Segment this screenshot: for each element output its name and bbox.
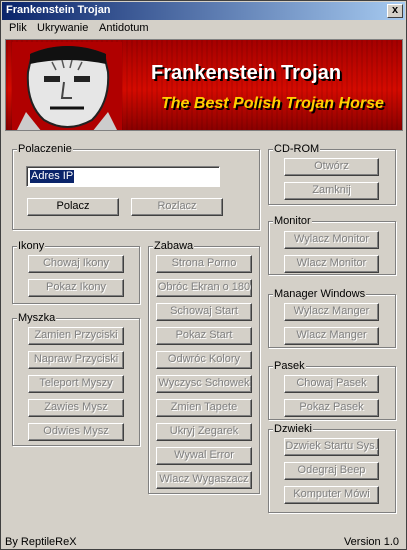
unfreeze-mouse-button[interactable]: Odwies Mysz [28, 423, 124, 441]
group-label-monitor: Monitor [273, 215, 312, 227]
version-label: Version 1.0 [343, 536, 399, 548]
group-zabawa: Zabawa Strona Porno Obróc Ekran o 180 Sc… [148, 240, 260, 494]
show-icons-button[interactable]: Pokaz Ikony [28, 279, 124, 297]
connect-button[interactable]: Polacz [27, 198, 119, 216]
banner-subtitle: The Best Polish Trojan Horse [161, 95, 384, 112]
hide-start-button[interactable]: Schowaj Start [156, 303, 252, 321]
startup-sound-button[interactable]: Dzwiek Startu Sys. [284, 438, 379, 456]
manager-off-button[interactable]: Wylacz Manger [284, 303, 379, 321]
group-cdrom: CD-ROM Otwórz Zamknij [268, 143, 396, 205]
computer-speak-button[interactable]: Komputer Mówi [284, 486, 379, 504]
banner-image: Frankenstein Trojan The Best Polish Troj… [5, 39, 403, 131]
group-label-manager: Manager Windows [273, 288, 367, 300]
fix-mouse-buttons-button[interactable]: Napraw Przyciski [28, 351, 124, 369]
group-pasek: Pasek Chowaj Pasek Pokaz Pasek [268, 360, 396, 420]
menu-antidotum[interactable]: Antidotum [99, 22, 149, 34]
main-window: Frankenstein Trojan x Plik Ukrywanie Ant… [0, 0, 407, 550]
menu-plik[interactable]: Plik [9, 22, 27, 34]
group-label-zabawa: Zabawa [153, 240, 195, 252]
group-myszka: Myszka Zamien Przyciski Napraw Przyciski… [12, 312, 140, 446]
screensaver-button[interactable]: Wlacz Wygaszacz [156, 471, 252, 489]
invert-colors-button[interactable]: Odwróc Kolory [156, 351, 252, 369]
teleport-mouse-button[interactable]: Teleport Myszy [28, 375, 124, 393]
banner-title: Frankenstein Trojan [151, 62, 342, 84]
show-start-button[interactable]: Pokaz Start [156, 327, 252, 345]
menu-bar: Plik Ukrywanie Antidotum [2, 21, 405, 37]
menu-ukrywanie[interactable]: Ukrywanie [37, 22, 88, 34]
hide-clock-button[interactable]: Ukryj Zegarek [156, 423, 252, 441]
window-title: Frankenstein Trojan [6, 4, 111, 16]
swap-mouse-buttons-button[interactable]: Zamien Przyciski [28, 327, 124, 345]
group-label-myszka: Myszka [17, 312, 57, 324]
show-taskbar-button[interactable]: Pokaz Pasek [284, 399, 379, 417]
group-label-cdrom: CD-ROM [273, 143, 321, 155]
title-bar[interactable]: Frankenstein Trojan x [2, 2, 405, 20]
open-cdrom-button[interactable]: Otwórz [284, 158, 379, 176]
group-polaczenie: Polaczenie Adres IP Polacz Rozlacz [12, 143, 260, 230]
group-label-dzwieki: Dzwieki [273, 423, 313, 435]
author-label: By ReptileReX [5, 536, 77, 548]
show-error-button[interactable]: Wywal Error [156, 447, 252, 465]
clear-clipboard-button[interactable]: Wyczysc Schowek [156, 375, 252, 393]
monitor-on-button[interactable]: Wlacz Monitor [284, 255, 379, 273]
frankenstein-portrait [12, 42, 122, 130]
ip-address-input[interactable]: Adres IP [26, 166, 220, 187]
hide-taskbar-button[interactable]: Chowaj Pasek [284, 375, 379, 393]
group-ikony: Ikony Chowaj Ikony Pokaz Ikony [12, 240, 140, 304]
change-wallpaper-button[interactable]: Zmien Tapete [156, 399, 252, 417]
group-label-polaczenie: Polaczenie [17, 143, 73, 155]
rotate-screen-button[interactable]: Obróc Ekran o 180 [156, 279, 252, 297]
group-manager-windows: Manager Windows Wylacz Manger Wlacz Mang… [268, 288, 396, 348]
hide-icons-button[interactable]: Chowaj Ikony [28, 255, 124, 273]
group-label-pasek: Pasek [273, 360, 306, 372]
play-beep-button[interactable]: Odegraj Beep [284, 462, 379, 480]
close-button[interactable]: x [387, 4, 403, 18]
group-label-ikony: Ikony [17, 240, 46, 252]
ip-address-value: Adres IP [30, 170, 75, 183]
close-cdrom-button[interactable]: Zamknij [284, 182, 379, 200]
freeze-mouse-button[interactable]: Zawies Mysz [28, 399, 124, 417]
monitor-off-button[interactable]: Wylacz Monitor [284, 231, 379, 249]
group-dzwieki: Dzwieki Dzwiek Startu Sys. Odegraj Beep … [268, 423, 396, 513]
disconnect-button[interactable]: Rozlacz [131, 198, 223, 216]
manager-on-button[interactable]: Wlacz Manger [284, 327, 379, 345]
porn-page-button[interactable]: Strona Porno [156, 255, 252, 273]
group-monitor: Monitor Wylacz Monitor Wlacz Monitor [268, 215, 396, 275]
